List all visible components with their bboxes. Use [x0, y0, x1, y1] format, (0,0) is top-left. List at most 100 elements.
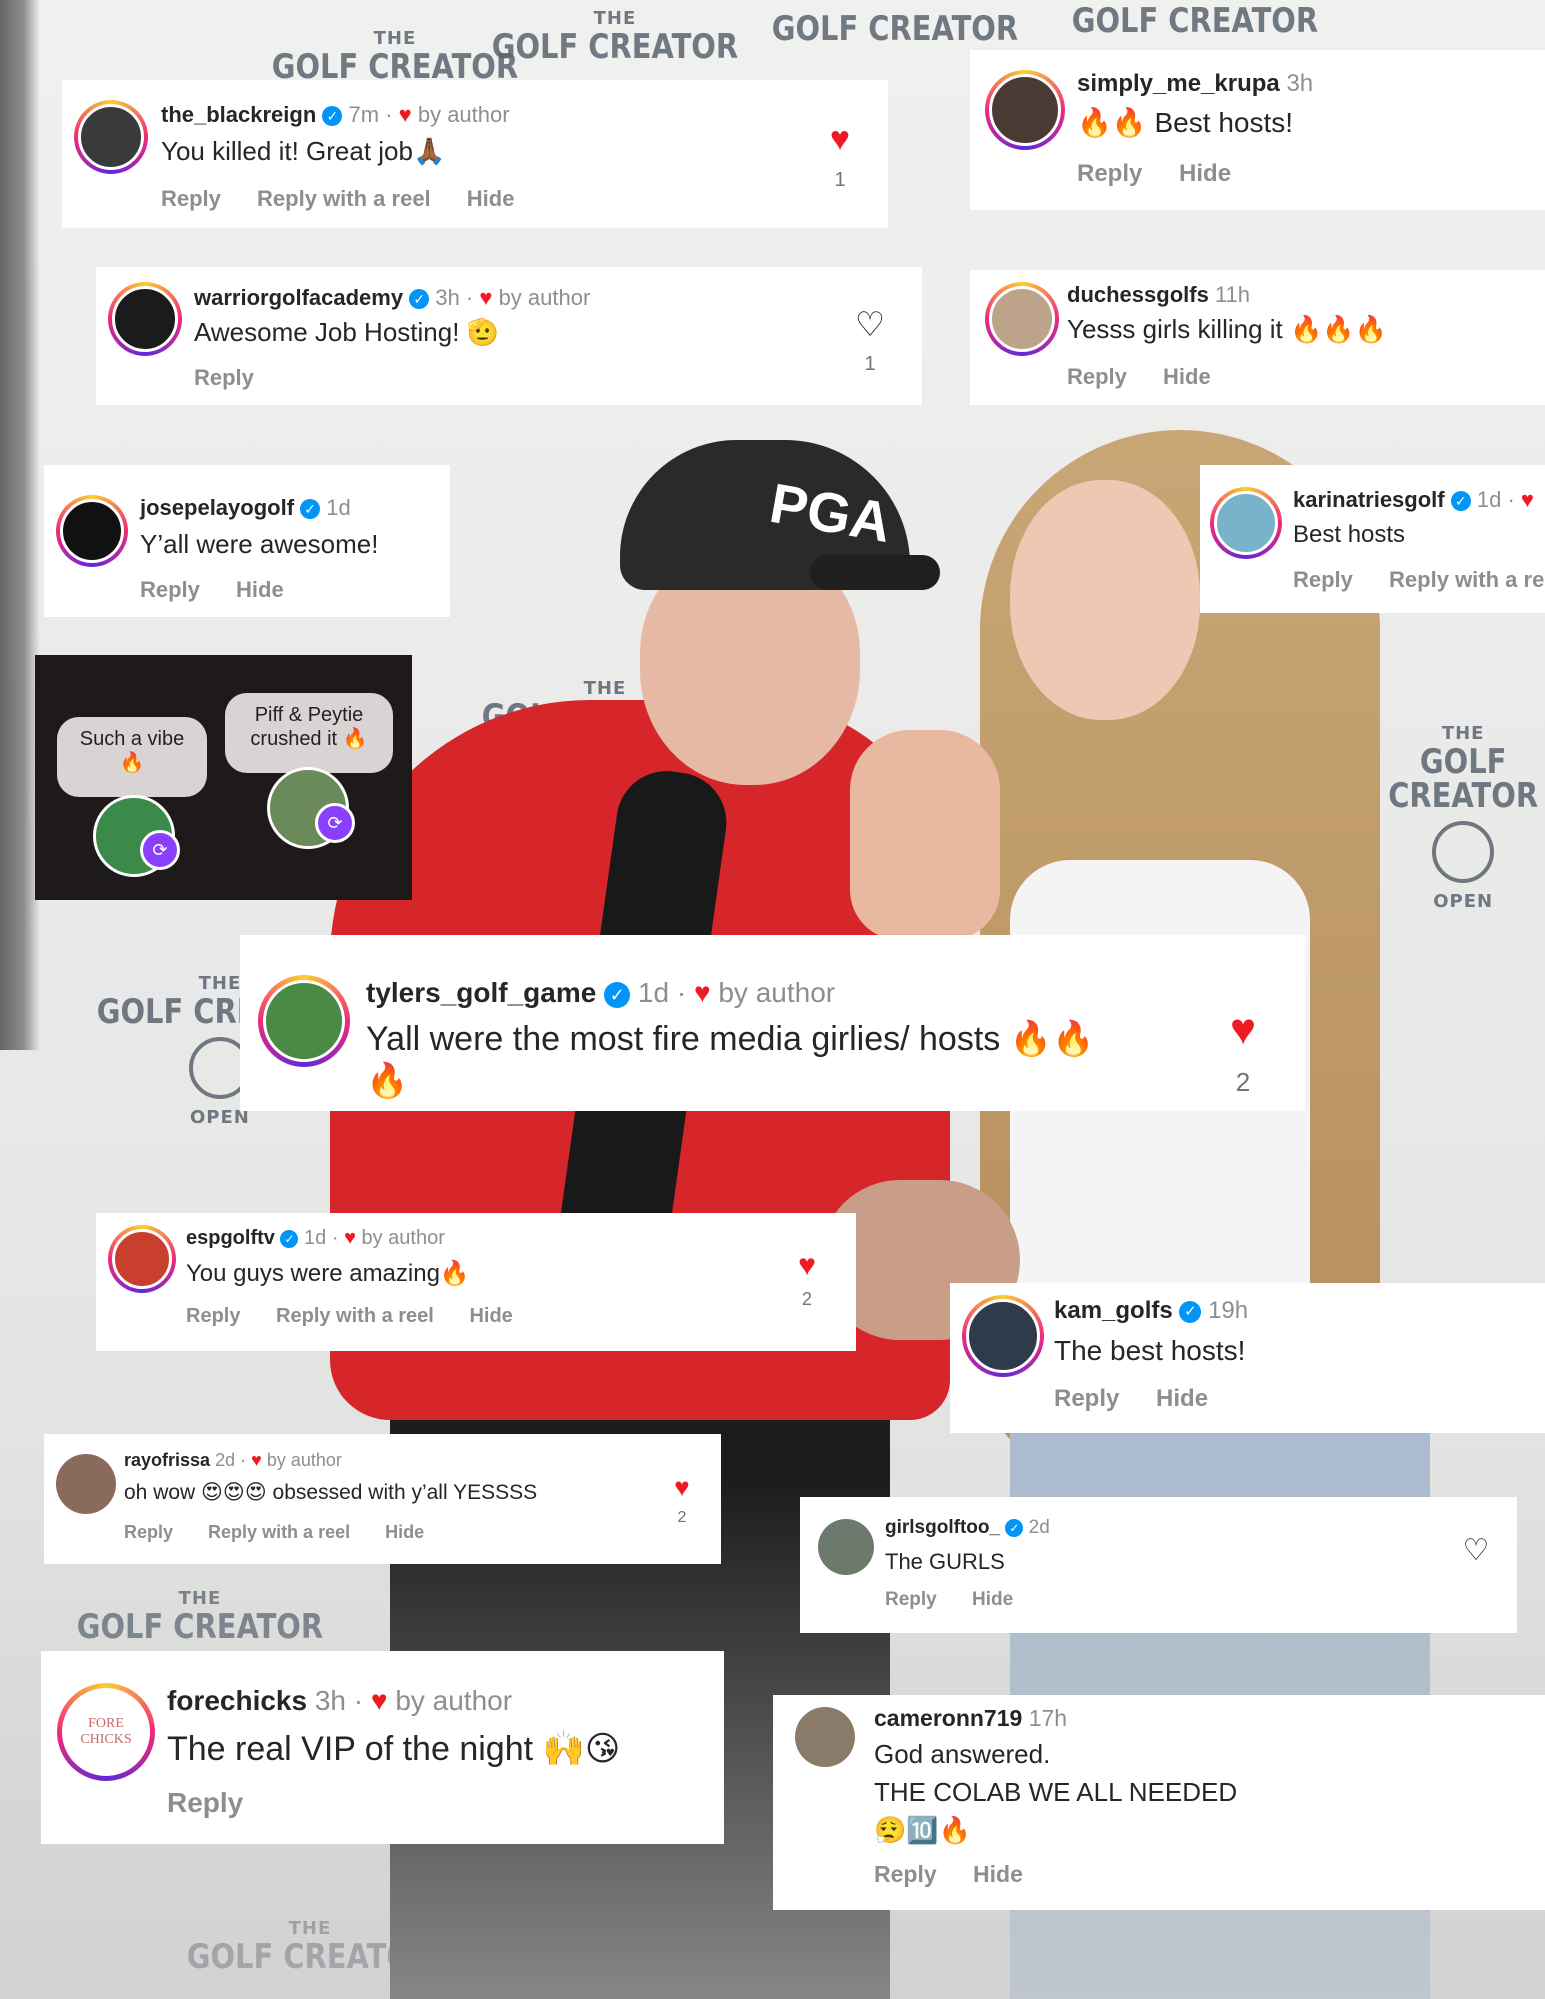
reply-button[interactable]: Reply	[124, 1522, 173, 1542]
avatar-ring[interactable]	[108, 282, 182, 356]
avatar	[60, 499, 124, 563]
reply-button[interactable]: Reply	[874, 1861, 937, 1887]
reply-with-reel-button[interactable]: Reply with a reel	[208, 1522, 350, 1542]
woman-face	[1010, 480, 1200, 720]
reply-button[interactable]: Reply	[1077, 160, 1142, 187]
avatar[interactable]	[56, 1454, 116, 1514]
backdrop-logo: THEGOLF CREATOR	[491, 8, 739, 67]
video-comment-snippet: Such a vibe 🔥 ⟳ Piff & Peytie crushed it…	[35, 655, 412, 900]
avatar-ring[interactable]: FORE CHICKS	[57, 1683, 155, 1781]
comment-time: 3h	[1286, 70, 1314, 97]
reply-button[interactable]: Reply	[1067, 364, 1127, 389]
avatar-ring[interactable]	[74, 100, 148, 174]
reply-with-reel-button[interactable]: Reply with a ree	[1389, 567, 1545, 592]
comment-time: 1d	[1476, 487, 1502, 512]
hide-button[interactable]: Hide	[972, 1589, 1013, 1610]
comment-time: 3h	[314, 1685, 347, 1716]
comment-text: Yesss girls killing it 🔥🔥🔥	[1067, 314, 1388, 344]
like-button[interactable]: ♥ 2	[662, 1472, 702, 1527]
avatar	[966, 1299, 1040, 1373]
author-heart-icon: ♥	[251, 1450, 262, 1470]
comment-text: You killed it! Great job🙏🏾	[161, 136, 446, 166]
heart-filled-icon[interactable]: ♥	[1208, 1005, 1278, 1055]
reply-button[interactable]: Reply	[167, 1787, 243, 1818]
like-count: 1	[834, 169, 846, 191]
by-author-label: by author	[718, 977, 836, 1008]
hide-button[interactable]: Hide	[385, 1522, 424, 1542]
username[interactable]: simply_me_krupa	[1077, 70, 1280, 97]
username[interactable]: forechicks	[167, 1685, 307, 1716]
comment-text-line3: 😮‍💨🔟🔥	[874, 1815, 972, 1845]
username[interactable]: the_blackreign	[161, 102, 316, 127]
heart-outline-icon[interactable]: ♡	[840, 305, 900, 345]
avatar[interactable]	[795, 1707, 855, 1767]
verified-badge-icon: ✓	[409, 289, 430, 310]
reply-button[interactable]: Reply	[1293, 567, 1353, 592]
backdrop-logo: GOLF CREATOR	[771, 9, 1019, 49]
comment-text: Best hosts	[1293, 521, 1406, 548]
comment-text: 🔥🔥 Best hosts!	[1077, 107, 1294, 138]
avatar-ring[interactable]	[56, 495, 128, 567]
like-button[interactable]: ♥ 2	[782, 1249, 832, 1310]
hide-button[interactable]: Hide	[1179, 160, 1231, 187]
verified-badge-icon: ✓	[322, 106, 343, 127]
hide-button[interactable]: Hide	[469, 1305, 512, 1327]
comment-time: 11h	[1214, 282, 1251, 307]
hide-button[interactable]: Hide	[1163, 364, 1211, 389]
heart-filled-icon[interactable]: ♥	[810, 120, 870, 159]
like-button[interactable]: ♥ 1	[810, 120, 870, 192]
heart-outline-icon[interactable]: ♡	[1456, 1533, 1496, 1568]
comment-text: Awesome Job Hosting! 🫡	[194, 317, 500, 347]
reply-button[interactable]: Reply	[186, 1305, 240, 1327]
comment-text: The GURLS	[885, 1549, 1005, 1574]
comment-card: warriorgolfacademy ✓ 3h · ♥ by author Aw…	[96, 267, 922, 405]
avatar-ring[interactable]	[985, 70, 1065, 150]
username[interactable]: kam_golfs	[1054, 1297, 1173, 1324]
comment-card: simply_me_krupa 3h 🔥🔥 Best hosts! Reply …	[970, 50, 1545, 210]
author-heart-icon: ♥	[398, 102, 412, 127]
comment-card: espgolftv ✓ 1d · ♥ by author You guys we…	[96, 1213, 856, 1351]
username[interactable]: rayofrissa	[124, 1450, 210, 1470]
username[interactable]: josepelayogolf	[140, 495, 294, 520]
username[interactable]: warriorgolfacademy	[194, 285, 403, 310]
avatar-ring[interactable]	[258, 975, 350, 1067]
avatar-ring[interactable]	[1210, 487, 1282, 559]
comment-card: duchessgolfs 11h Yesss girls killing it …	[970, 270, 1545, 405]
author-heart-icon: ♥	[1520, 487, 1534, 512]
like-button[interactable]: ♡ 1	[840, 305, 900, 376]
comment-text: The real VIP of the night 🙌😘	[167, 1730, 621, 1768]
username[interactable]: espgolftv	[186, 1227, 275, 1249]
reply-with-reel-button[interactable]: Reply with a reel	[276, 1305, 434, 1327]
reply-button[interactable]: Reply	[1054, 1385, 1119, 1412]
hide-button[interactable]: Hide	[467, 186, 515, 211]
reply-with-reel-button[interactable]: Reply with a reel	[257, 186, 431, 211]
heart-filled-icon[interactable]: ♥	[782, 1249, 832, 1283]
comment-text: oh wow 😍😍😍 obsessed with y’all YESSSS	[124, 1481, 538, 1504]
heart-filled-icon[interactable]: ♥	[662, 1472, 702, 1503]
reply-button[interactable]: Reply	[140, 577, 200, 602]
hide-button[interactable]: Hide	[973, 1861, 1023, 1887]
like-button[interactable]: ♥ 2	[1208, 1005, 1278, 1098]
hide-button[interactable]: Hide	[1156, 1385, 1208, 1412]
comment-time: 3h	[435, 285, 460, 310]
avatar-ring[interactable]	[962, 1295, 1044, 1377]
hide-button[interactable]: Hide	[236, 577, 284, 602]
reply-button[interactable]: Reply	[194, 365, 254, 390]
like-button[interactable]: ♡	[1456, 1533, 1496, 1568]
avatar	[112, 286, 178, 352]
avatar-ring[interactable]	[108, 1225, 176, 1293]
username[interactable]: tylers_golf_game	[366, 977, 596, 1008]
username[interactable]: duchessgolfs	[1067, 282, 1209, 307]
avatar[interactable]	[818, 1519, 874, 1575]
by-author-label: by author	[266, 1450, 342, 1470]
username[interactable]: cameronn719	[874, 1705, 1022, 1731]
comment-time: 2d	[215, 1450, 236, 1470]
username[interactable]: girlsgolftoo_	[885, 1517, 1000, 1538]
avatar-ring[interactable]	[985, 282, 1059, 356]
verified-badge-icon: ✓	[604, 981, 631, 1008]
username[interactable]: karinatriesgolf	[1293, 487, 1445, 512]
reply-button[interactable]: Reply	[161, 186, 221, 211]
comment-text: Yall were the most fire media girlies/ h…	[366, 1020, 1095, 1058]
backdrop-logo: GOLF CREATOR	[1071, 1, 1319, 41]
reply-button[interactable]: Reply	[885, 1589, 937, 1610]
